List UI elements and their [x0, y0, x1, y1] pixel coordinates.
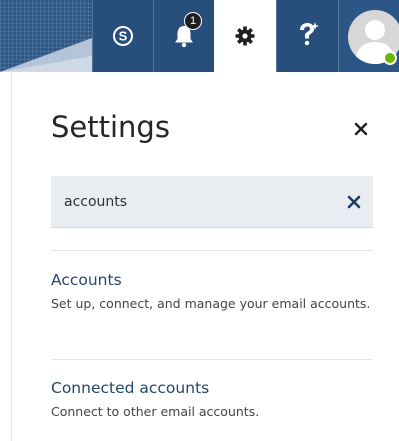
search-result-accounts[interactable]: Accounts Set up, connect, and manage you… [51, 271, 373, 314]
close-icon [354, 122, 368, 136]
result-description: Set up, connect, and manage your email a… [51, 296, 371, 311]
page-title: Settings [51, 110, 170, 144]
clear-search-button[interactable] [341, 189, 367, 215]
close-settings-button[interactable] [348, 116, 374, 142]
help-button[interactable] [276, 0, 338, 72]
skype-icon: S [113, 26, 133, 46]
presence-indicator [383, 51, 397, 65]
top-header-bar: S 1 [0, 0, 399, 72]
skype-button[interactable]: S [92, 0, 153, 72]
settings-panel: Settings Accounts Set up, connect, and m… [0, 72, 399, 441]
search-input[interactable] [64, 176, 324, 228]
result-description: Connect to other email accounts. [51, 404, 260, 419]
svg-text:S: S [119, 29, 128, 44]
header-pattern [0, 0, 92, 72]
divider [51, 359, 373, 360]
header-pattern-shape [0, 38, 92, 72]
notifications-button[interactable]: 1 [153, 0, 214, 72]
clear-icon [347, 195, 361, 209]
divider [51, 250, 373, 251]
result-title: Accounts [51, 271, 122, 289]
settings-button[interactable] [214, 0, 276, 72]
search-box [51, 176, 373, 228]
account-button[interactable] [338, 0, 399, 72]
result-title: Connected accounts [51, 379, 210, 397]
panel-left-border [11, 72, 12, 441]
gear-icon [235, 26, 255, 46]
search-result-connected-accounts[interactable]: Connected accounts Connect to other emai… [51, 379, 373, 422]
notification-count-badge: 1 [184, 12, 202, 30]
help-icon [299, 22, 319, 46]
